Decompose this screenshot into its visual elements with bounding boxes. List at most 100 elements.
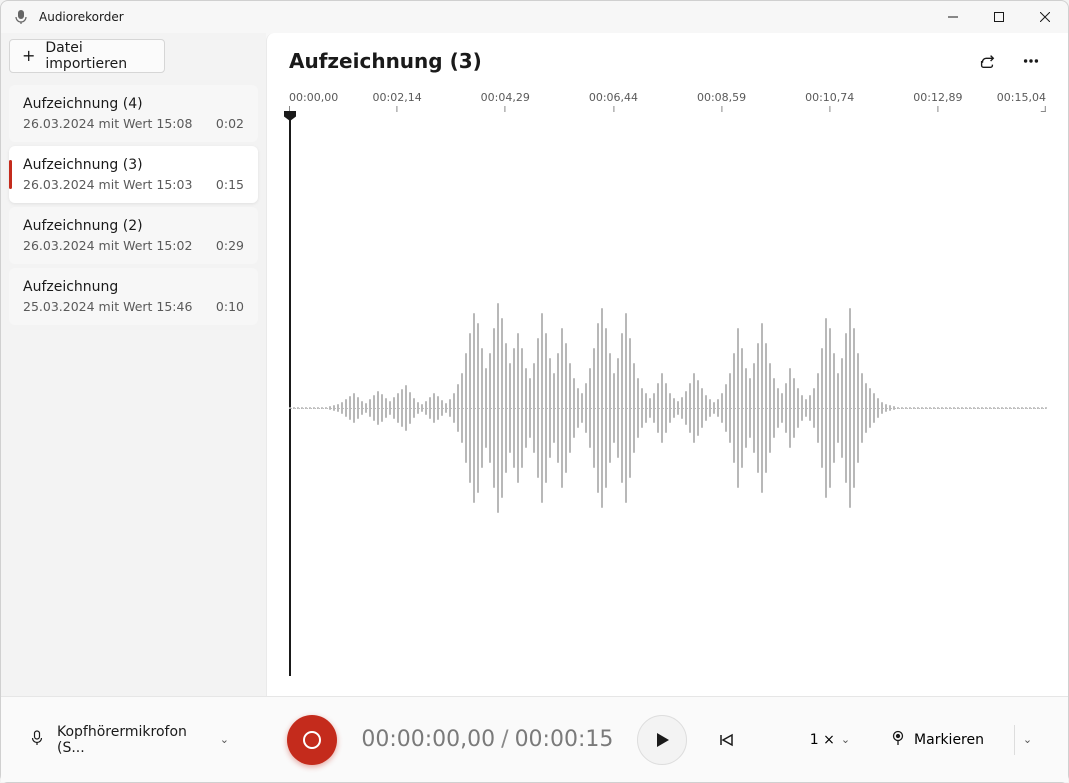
waveform-bar xyxy=(501,318,503,498)
waveform-bar xyxy=(609,353,611,463)
recording-title: Aufzeichnung (3) xyxy=(289,49,972,73)
main-actions xyxy=(972,46,1046,76)
waveform-bar xyxy=(993,407,995,409)
play-button[interactable] xyxy=(637,715,687,765)
ruler-tick-label: 00:10,74 xyxy=(805,91,854,104)
waveform-bar xyxy=(685,391,687,425)
maximize-button[interactable] xyxy=(976,1,1022,33)
waveform-bar xyxy=(449,399,451,417)
waveform-bar xyxy=(461,373,463,443)
microphone-selector[interactable]: Kopfhörermikrofon (S... ⌄ xyxy=(29,724,229,756)
main-header: Aufzeichnung (3) xyxy=(267,33,1068,89)
waveform-bar xyxy=(401,389,403,427)
waveform-bar xyxy=(889,405,891,411)
waveform-bar xyxy=(845,333,847,483)
ruler-tick-label: 00:15,04 xyxy=(997,91,1046,104)
waveform-bar xyxy=(629,338,631,478)
waveform-bar xyxy=(481,348,483,468)
recording-item-duration: 0:10 xyxy=(216,299,244,314)
waveform-bar xyxy=(477,323,479,493)
waveform-bar xyxy=(869,388,871,428)
chevron-down-icon: ⌄ xyxy=(841,733,850,746)
record-button[interactable] xyxy=(287,715,337,765)
waveform-bar xyxy=(937,407,939,409)
waveform-bar xyxy=(409,392,411,424)
body: + Datei importieren Aufzeichnung (4) 26.… xyxy=(1,33,1068,696)
waveform-bar xyxy=(793,378,795,438)
recording-item[interactable]: Aufzeichnung (3) 26.03.2024 mit Wert 15:… xyxy=(9,146,258,203)
timeline-ruler[interactable]: 00:00,0000:02,1400:04,2900:06,4400:08,59… xyxy=(267,91,1068,119)
waveform-bar xyxy=(897,407,899,409)
marker-button[interactable]: Markieren xyxy=(882,724,992,756)
playback-speed-button[interactable]: 1 × ⌄ xyxy=(800,726,860,754)
ruler-tick: 00:04,29 xyxy=(481,91,530,112)
more-button[interactable] xyxy=(1016,46,1046,76)
waveform-area[interactable] xyxy=(267,119,1068,696)
close-button[interactable] xyxy=(1022,1,1068,33)
microphone-label: Kopfhörermikrofon (S... xyxy=(57,724,208,756)
speed-label: 1 × xyxy=(810,732,835,748)
time-display: 00:00:00,00 / 00:00:15 xyxy=(361,727,613,752)
waveform-bar xyxy=(617,358,619,458)
waveform-bar xyxy=(649,398,651,418)
recording-item-title: Aufzeichnung xyxy=(23,279,244,295)
waveform-bar xyxy=(857,353,859,463)
ruler-tick-label: 00:02,14 xyxy=(373,91,422,104)
waveform-bar xyxy=(853,328,855,488)
waveform-bar xyxy=(941,407,943,409)
waveform-bar xyxy=(933,407,935,409)
waveform-bar xyxy=(613,373,615,443)
waveform-bar xyxy=(541,313,543,503)
waveform-bar xyxy=(681,397,683,419)
waveform-bar xyxy=(753,363,755,453)
waveform-bar xyxy=(605,328,607,488)
waveform-bar xyxy=(325,407,327,409)
waveform-bar xyxy=(517,333,519,483)
waveform-bar xyxy=(405,385,407,431)
waveform-bar xyxy=(469,333,471,483)
marker-dropdown-button[interactable]: ⌄ xyxy=(1014,725,1040,755)
ruler-tick-label: 00:08,59 xyxy=(697,91,746,104)
waveform-bar xyxy=(1021,407,1023,409)
waveform-bar xyxy=(669,393,671,423)
waveform-bar xyxy=(849,308,851,508)
waveform-bar xyxy=(769,363,771,453)
waveform-bar xyxy=(981,407,983,409)
current-time: 00:00:00,00 xyxy=(361,727,495,752)
waveform-bar xyxy=(513,348,515,468)
recording-item[interactable]: Aufzeichnung 25.03.2024 mit Wert 15:46 0… xyxy=(9,268,258,325)
waveform-bar xyxy=(957,407,959,409)
recording-item[interactable]: Aufzeichnung (4) 26.03.2024 mit Wert 15:… xyxy=(9,85,258,142)
share-button[interactable] xyxy=(972,46,1002,76)
waveform-bar xyxy=(361,401,363,415)
waveform-bar xyxy=(333,405,335,411)
waveform-bar xyxy=(393,397,395,419)
waveform-bar xyxy=(505,343,507,473)
waveform-bar xyxy=(921,407,923,409)
waveform-bar xyxy=(301,407,303,409)
recording-item-meta: 25.03.2024 mit Wert 15:46 xyxy=(23,299,192,314)
waveform-bar xyxy=(645,393,647,423)
waveform-bar xyxy=(945,407,947,409)
waveform-bar xyxy=(521,348,523,468)
waveform-bar xyxy=(661,373,663,443)
ruler-tick-label: 00:04,29 xyxy=(481,91,530,104)
waveform-bar xyxy=(1037,407,1039,409)
waveform-bar xyxy=(445,403,447,413)
waveform-bar xyxy=(565,343,567,473)
skip-back-button[interactable] xyxy=(711,725,741,755)
waveform-bar xyxy=(473,313,475,503)
recording-item-duration: 0:15 xyxy=(216,177,244,192)
import-file-button[interactable]: + Datei importieren xyxy=(9,39,165,73)
waveform-bar xyxy=(809,395,811,421)
waveform-bar xyxy=(861,373,863,443)
waveform-bar xyxy=(317,407,319,409)
sidebar: + Datei importieren Aufzeichnung (4) 26.… xyxy=(1,33,266,696)
app-window: Audiorekorder + Datei importieren Aufzei… xyxy=(0,0,1069,783)
recording-item[interactable]: Aufzeichnung (2) 26.03.2024 mit Wert 15:… xyxy=(9,207,258,264)
waveform-bar xyxy=(721,393,723,423)
waveform-bar xyxy=(1025,407,1027,409)
minimize-button[interactable] xyxy=(930,1,976,33)
waveform-bar xyxy=(329,406,331,410)
waveform-bar xyxy=(697,380,699,436)
